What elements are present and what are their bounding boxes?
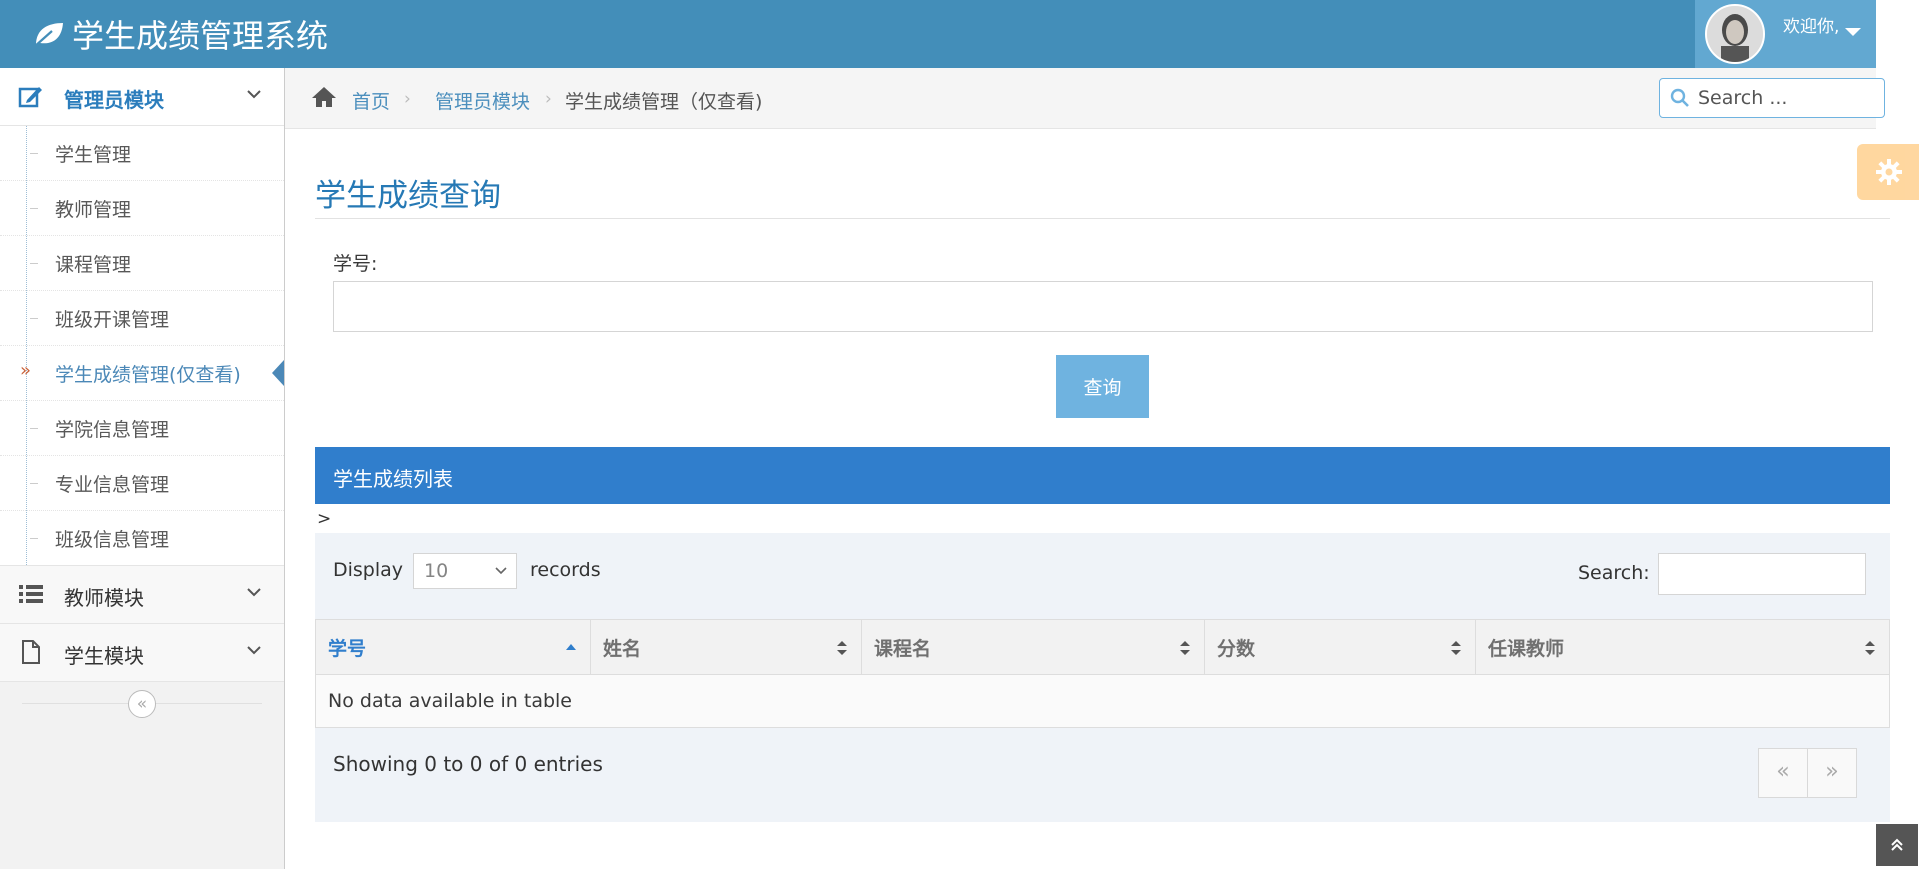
top-navbar: 学生成绩管理系统 欢迎你, bbox=[0, 0, 1927, 68]
table-search-label: Search: bbox=[1578, 562, 1650, 584]
breadcrumb-module[interactable]: 管理员模块 bbox=[435, 87, 530, 114]
edit-icon bbox=[18, 87, 42, 108]
breadcrumb: 首页 › 管理员模块 › 学生成绩管理（仅查看) bbox=[285, 68, 1885, 129]
query-button[interactable]: 查询 bbox=[1056, 355, 1149, 418]
sidebar-item-class-course-management[interactable]: 班级开课管理 bbox=[0, 291, 284, 346]
datatable-footer: Showing 0 to 0 of 0 entries « » bbox=[315, 727, 1890, 822]
next-page-button[interactable]: » bbox=[1807, 749, 1856, 797]
sort-icon bbox=[1451, 641, 1461, 655]
sidebar-item-label: 学院信息管理 bbox=[55, 419, 170, 441]
sort-icon bbox=[1865, 641, 1875, 655]
sidebar-item-label: 学生管理 bbox=[55, 144, 132, 166]
sidebar-item-course-management[interactable]: 课程管理 bbox=[0, 236, 284, 291]
breadcrumb-current: 学生成绩管理（仅查看) bbox=[565, 91, 763, 113]
admin-submenu: 学生管理 教师管理 课程管理 班级开课管理 » 学生成绩管理(仅查看) 学院信息管… bbox=[0, 126, 284, 566]
column-header-student-id[interactable]: 学号 bbox=[315, 619, 591, 675]
sidebar-item-student-management[interactable]: 学生管理 bbox=[0, 126, 284, 181]
prev-page-button[interactable]: « bbox=[1759, 749, 1807, 797]
student-id-input[interactable] bbox=[333, 281, 1873, 332]
page-title: 学生成绩查询 bbox=[315, 178, 501, 214]
table-search-input[interactable] bbox=[1658, 553, 1866, 595]
column-label: 姓名 bbox=[603, 637, 642, 660]
search-icon bbox=[1670, 88, 1689, 107]
sidebar-section-teacher[interactable]: 教师模块 bbox=[0, 566, 284, 624]
sidebar-item-class-management[interactable]: 班级信息管理 bbox=[0, 511, 284, 565]
caret-down-icon[interactable] bbox=[1845, 28, 1861, 36]
user-menu[interactable]: 欢迎你, bbox=[1695, 0, 1876, 68]
pagination: « » bbox=[1758, 748, 1857, 798]
sidebar-item-label: 课程管理 bbox=[55, 254, 132, 276]
table-info: Showing 0 to 0 of 0 entries bbox=[333, 752, 603, 776]
sidebar-item-grade-management[interactable]: » 学生成绩管理(仅查看) bbox=[0, 346, 284, 401]
sidebar-item-teacher-management[interactable]: 教师管理 bbox=[0, 181, 284, 236]
column-label: 学号 bbox=[328, 637, 367, 660]
welcome-text: 欢迎你, bbox=[1783, 17, 1840, 37]
table-title-bar: 学生成绩列表 bbox=[315, 447, 1890, 504]
double-chevron-right-icon: » bbox=[20, 360, 32, 381]
chevron-down-icon bbox=[247, 646, 261, 655]
grades-table: 学号 姓名 课程名 分数 任课教师 No data available in t… bbox=[315, 619, 1890, 728]
column-header-course[interactable]: 课程名 bbox=[861, 619, 1205, 675]
leaf-icon bbox=[33, 23, 63, 48]
empty-message: No data available in table bbox=[315, 674, 1890, 728]
table-header-row: 学号 姓名 课程名 分数 任课教师 bbox=[315, 619, 1890, 675]
settings-toggle[interactable] bbox=[1857, 144, 1919, 200]
file-icon bbox=[22, 640, 40, 664]
divider bbox=[315, 218, 1890, 219]
display-label: Display bbox=[333, 559, 404, 581]
table-title: 学生成绩列表 bbox=[333, 467, 453, 491]
column-label: 课程名 bbox=[874, 637, 932, 660]
sidebar-item-label: 学生成绩管理(仅查看) bbox=[55, 364, 241, 386]
chevron-down-icon bbox=[247, 588, 261, 597]
datatable-toolbar: Display 10 records Search: bbox=[315, 533, 1890, 619]
sidebar-section-label: 管理员模块 bbox=[64, 88, 164, 112]
sort-icon bbox=[837, 641, 847, 655]
sort-asc-icon bbox=[566, 644, 576, 650]
brand[interactable]: 学生成绩管理系统 bbox=[32, 12, 328, 56]
stray-text: > bbox=[317, 509, 332, 529]
sidebar-section-student[interactable]: 学生模块 bbox=[0, 624, 284, 682]
page-size-value: 10 bbox=[424, 560, 449, 582]
nav-search-input[interactable] bbox=[1696, 86, 1880, 110]
home-icon[interactable] bbox=[311, 86, 337, 108]
sidebar-section-label: 学生模块 bbox=[64, 644, 144, 668]
sidebar-collapse-row: « bbox=[0, 682, 284, 722]
breadcrumb-separator: › bbox=[545, 89, 552, 109]
scroll-top-button[interactable] bbox=[1876, 824, 1918, 866]
column-label: 任课教师 bbox=[1488, 637, 1565, 660]
list-icon bbox=[19, 585, 43, 603]
sidebar-section-admin[interactable]: 管理员模块 bbox=[0, 68, 284, 126]
gear-icon bbox=[1876, 159, 1902, 185]
sort-icon bbox=[1180, 641, 1190, 655]
chevron-down-icon bbox=[495, 567, 507, 575]
chevron-down-icon bbox=[247, 90, 261, 99]
table-row: No data available in table bbox=[315, 674, 1890, 728]
page-size-select[interactable]: 10 bbox=[413, 553, 517, 589]
breadcrumb-separator: › bbox=[404, 89, 411, 109]
sidebar-item-label: 教师管理 bbox=[55, 199, 132, 221]
column-header-score[interactable]: 分数 bbox=[1204, 619, 1476, 675]
sidebar-item-college-management[interactable]: 学院信息管理 bbox=[0, 401, 284, 456]
column-header-teacher[interactable]: 任课教师 bbox=[1475, 619, 1890, 675]
app-title: 学生成绩管理系统 bbox=[72, 17, 329, 55]
sidebar-item-label: 班级开课管理 bbox=[55, 309, 170, 331]
double-chevron-up-icon bbox=[1891, 838, 1903, 851]
sidebar-item-label: 班级信息管理 bbox=[55, 529, 170, 551]
sidebar: 管理员模块 学生管理 教师管理 课程管理 班级开课管理 » 学生成绩管理(仅查看)… bbox=[0, 68, 285, 869]
sidebar-section-label: 教师模块 bbox=[64, 586, 144, 610]
double-chevron-left-icon[interactable]: « bbox=[128, 690, 156, 718]
column-label: 分数 bbox=[1217, 637, 1256, 660]
active-pointer bbox=[272, 360, 284, 386]
sidebar-item-label: 专业信息管理 bbox=[55, 474, 170, 496]
breadcrumb-home[interactable]: 首页 bbox=[352, 87, 390, 114]
records-label: records bbox=[530, 559, 601, 581]
student-id-label: 学号: bbox=[333, 253, 378, 275]
sidebar-item-major-management[interactable]: 专业信息管理 bbox=[0, 456, 284, 511]
nav-search[interactable] bbox=[1659, 78, 1885, 118]
avatar bbox=[1705, 4, 1765, 64]
column-header-name[interactable]: 姓名 bbox=[590, 619, 862, 675]
